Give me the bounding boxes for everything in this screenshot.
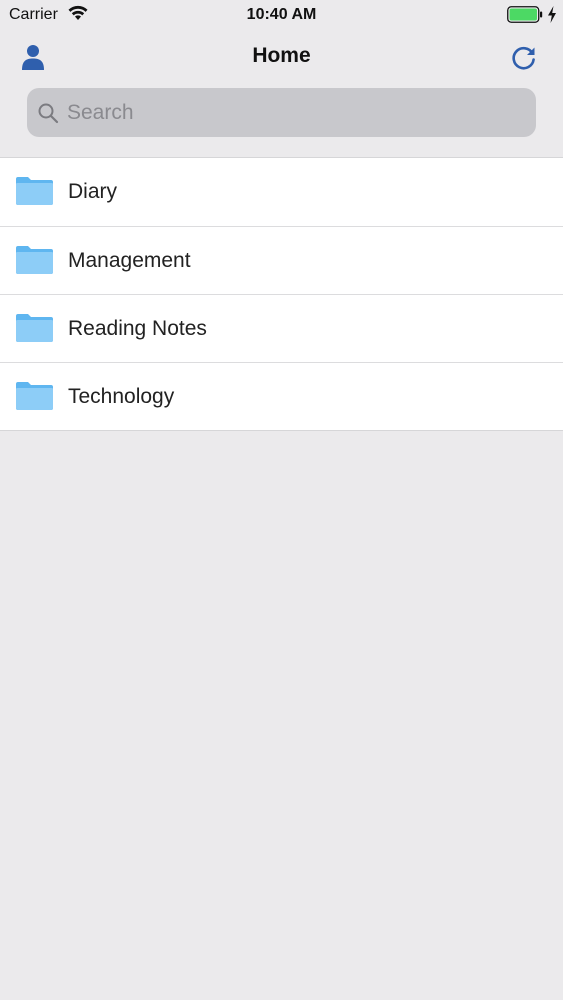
search-input[interactable] — [67, 100, 536, 125]
folder-label: Management — [68, 249, 191, 272]
folder-row-diary[interactable]: Diary — [0, 158, 563, 226]
navigation-bar: Home — [0, 30, 563, 158]
refresh-button[interactable] — [509, 42, 539, 72]
folder-icon — [16, 177, 53, 205]
app-screen: Carrier 10:40 AM Home Search Diary Manag… — [0, 0, 563, 1000]
status-bar: Carrier 10:40 AM — [0, 0, 563, 30]
refresh-icon — [512, 46, 535, 70]
folder-label: Reading Notes — [68, 317, 207, 340]
battery-icon — [507, 6, 543, 23]
folder-row-management[interactable]: Management — [0, 226, 563, 294]
folder-list: Diary Management Reading Notes Technolog… — [0, 158, 563, 431]
search-icon — [38, 103, 59, 123]
folder-label: Diary — [68, 180, 118, 203]
folder-icon — [16, 314, 53, 342]
status-time: 10:40 AM — [246, 6, 317, 23]
search-bar[interactable] — [27, 88, 536, 137]
page-title: Home — [252, 44, 311, 67]
folder-label: Technology — [68, 385, 175, 408]
folder-row-technology[interactable]: Technology — [0, 362, 563, 430]
folder-icon — [16, 382, 53, 410]
charging-bolt-icon — [548, 6, 556, 23]
folder-icon — [16, 246, 53, 274]
folder-row-reading-notes[interactable]: Reading Notes — [0, 294, 563, 362]
